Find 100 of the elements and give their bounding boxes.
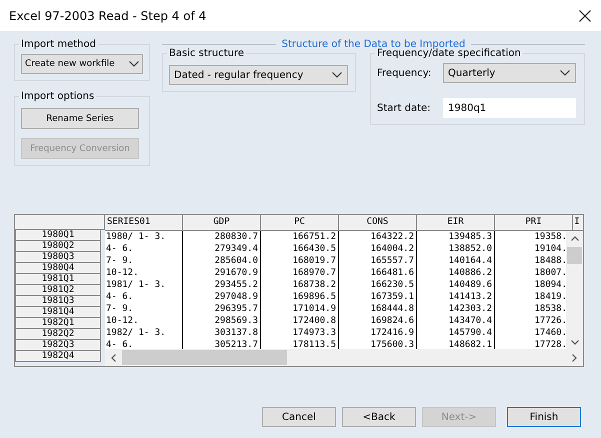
- table-cell: 7- 9.: [105, 303, 183, 315]
- table-cell: 168970.7: [261, 267, 339, 279]
- table-cell-text: 19104.: [533, 243, 566, 255]
- row-header: 1980Q2: [15, 241, 101, 252]
- table-cell: 168019.7: [261, 255, 339, 267]
- dialog-button[interactable]: Finish: [507, 407, 581, 427]
- table-cell: 164004.2: [339, 243, 417, 255]
- table-cell: 10-12.: [105, 315, 183, 327]
- table-cell: 166751.2: [261, 231, 339, 243]
- import-method-dropdown[interactable]: Create new workfile: [21, 54, 143, 74]
- table-cell: 279349.4: [183, 243, 261, 255]
- table-cell-text: 17728.: [533, 339, 566, 349]
- row-header: 1981Q1: [15, 274, 101, 285]
- table-cell: 280830.7: [183, 231, 261, 243]
- table-cell: 4- 6.: [105, 291, 183, 303]
- dialog-button[interactable]: <Back: [342, 407, 416, 427]
- chevron-down-icon: [332, 72, 342, 78]
- table-cell: 291670.9: [183, 267, 261, 279]
- column-header: SERIES01: [105, 215, 183, 230]
- row-header: 1982Q2: [15, 329, 101, 340]
- table-cell: 166481.6: [339, 267, 417, 279]
- table-cell: 172416.9: [339, 327, 417, 339]
- option-button[interactable]: Rename Series: [21, 108, 139, 129]
- start-date-field[interactable]: 1980q1: [443, 98, 576, 118]
- scroll-down-icon[interactable]: [570, 340, 578, 345]
- table-cell: 141413.2: [417, 291, 495, 303]
- table-cell: 293455.2: [183, 279, 261, 291]
- table-cell: 169824.6: [339, 315, 417, 327]
- table-cell: 1980/ 1- 3.: [105, 231, 183, 243]
- group-label: Basic structure: [168, 48, 246, 59]
- table-cell: 165557.7: [339, 255, 417, 267]
- horizontal-scrollbar[interactable]: [105, 349, 583, 366]
- window-title: Excel 97-2003 Read - Step 4 of 4: [9, 8, 206, 22]
- table-cell: 303137.8: [183, 327, 261, 339]
- table-cell: 140886.2: [417, 267, 495, 279]
- table-cell: 4- 6.: [105, 243, 183, 255]
- scroll-up-icon[interactable]: [570, 236, 578, 241]
- table-cell: 171014.9: [261, 303, 339, 315]
- group-label: Frequency/date specification: [376, 48, 522, 59]
- column-header: I: [573, 216, 581, 229]
- basic-structure-dropdown[interactable]: Dated - regular frequency: [169, 65, 348, 85]
- row-header: 1982Q3: [15, 340, 101, 351]
- table-cell-text: 18094.: [533, 279, 566, 291]
- table-cell: 296395.7: [183, 303, 261, 315]
- table-cell: 174973.3: [261, 327, 339, 339]
- table-cell: 7- 9.: [105, 255, 183, 267]
- table-cell: 298569.3: [183, 315, 261, 327]
- table-cell: 1982/ 1- 3.: [105, 327, 183, 339]
- table-cell-text: 17460.: [533, 327, 566, 339]
- column-header: PC: [261, 215, 339, 230]
- column-header: CONS: [339, 215, 417, 230]
- group-label: Import method: [20, 39, 97, 50]
- field-label: Start date:: [377, 102, 432, 114]
- table-cell: 285604.0: [183, 255, 261, 267]
- column-header: PRI: [495, 215, 573, 230]
- row-header: 1980Q1: [15, 230, 101, 241]
- scroll-thumb[interactable]: [122, 350, 287, 365]
- table-cell: 10-12.: [105, 267, 183, 279]
- table-cell: 172400.8: [261, 315, 339, 327]
- table-cell: 140164.4: [417, 255, 495, 267]
- scroll-right-icon[interactable]: [572, 354, 577, 362]
- row-header: 1981Q3: [15, 296, 101, 307]
- table-cell: 167359.1: [339, 291, 417, 303]
- scroll-left-icon[interactable]: [111, 354, 116, 362]
- table-cell-text: 18007.: [533, 267, 566, 279]
- row-header: 1982Q1: [15, 318, 101, 329]
- table-cell: 1981/ 1- 3.: [105, 279, 183, 291]
- table-cell: 297048.9: [183, 291, 261, 303]
- group-label: Import options: [20, 91, 96, 102]
- table-cell: 166430.5: [261, 243, 339, 255]
- row-header: 1981Q4: [15, 307, 101, 318]
- vertical-scrollbar[interactable]: [566, 231, 583, 349]
- row-header: 1980Q4: [15, 263, 101, 274]
- table-cell: 145790.4: [417, 327, 495, 339]
- row-header: 1982Q4: [15, 351, 101, 362]
- row-header: 1980Q3: [15, 252, 101, 263]
- table-cell-text: 18419.: [533, 291, 566, 303]
- table-cell: 166230.5: [339, 279, 417, 291]
- table-cell: 142303.2: [417, 303, 495, 315]
- table-cell: 138852.0: [417, 243, 495, 255]
- table-cell-text: 17726.: [533, 315, 566, 327]
- chevron-down-icon: [129, 61, 139, 67]
- column-header: GDP: [183, 215, 261, 230]
- field-label: Frequency:: [377, 68, 432, 78]
- dialog-button[interactable]: Cancel: [262, 407, 336, 427]
- table-cell: 140489.6: [417, 279, 495, 291]
- table-cell: 143470.4: [417, 315, 495, 327]
- section-title: Structure of the Data to be Imported: [282, 39, 466, 50]
- table-cell: 169896.5: [261, 291, 339, 303]
- scroll-thumb[interactable]: [567, 247, 582, 264]
- close-icon[interactable]: [579, 10, 591, 22]
- chevron-down-icon: [560, 70, 570, 76]
- table-cell: 168738.2: [261, 279, 339, 291]
- row-header: 1981Q2: [15, 285, 101, 296]
- table-cell-text: 18488.: [533, 255, 566, 267]
- column-header: EIR: [417, 215, 495, 230]
- table-cell-text: 18538.: [533, 303, 566, 315]
- frequency-dropdown[interactable]: Quarterly: [443, 63, 576, 83]
- table-cell: 139485.3: [417, 231, 495, 243]
- table-cell: 168444.8: [339, 303, 417, 315]
